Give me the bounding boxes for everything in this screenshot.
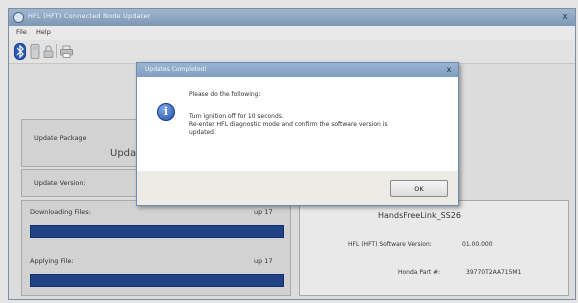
dialog-line-4: updated.	[189, 129, 216, 136]
dialog-title-bar: Updates Completed! x	[137, 63, 458, 77]
dialog-close-button[interactable]: x	[444, 65, 454, 75]
update-package-label: Update Package	[34, 134, 87, 142]
device-name: HandsFreeLink_SS26	[378, 211, 461, 220]
menu-file[interactable]: File	[16, 28, 27, 36]
dialog-title: Updates Completed!	[145, 66, 207, 73]
dialog-line-3: Re-enter HFL diagnostic mode and confirm…	[189, 121, 388, 128]
close-button[interactable]: x	[559, 11, 571, 23]
printer-icon[interactable]	[59, 42, 73, 60]
device-info-panel: HandsFreeLink_SS26 HFL (HFT) Software Ve…	[299, 200, 569, 296]
info-icon: i	[157, 103, 175, 121]
toolbar-separator	[56, 44, 57, 58]
downloading-progress-bar	[30, 225, 284, 238]
progress-panel: Downloading Files: up 17 Applying File: …	[21, 200, 291, 296]
ok-button[interactable]: OK	[390, 180, 448, 197]
menu-help[interactable]: Help	[36, 28, 51, 36]
updates-completed-dialog: Updates Completed! x i Please do the fol…	[136, 62, 459, 206]
downloading-label: Downloading Files:	[30, 208, 91, 216]
software-version-label: HFL (HFT) Software Version:	[348, 241, 432, 248]
applying-count: up 17	[254, 257, 273, 265]
bluetooth-icon[interactable]	[13, 42, 27, 60]
toolbar	[9, 40, 575, 64]
part-value: 39770T2AA715M1	[466, 269, 522, 276]
menu-bar: File Help	[9, 26, 575, 40]
applying-progress-bar	[30, 274, 284, 287]
software-version-value: 01.00.000	[462, 241, 493, 248]
lock-icon[interactable]	[42, 42, 54, 60]
applying-label: Applying File:	[30, 257, 74, 265]
app-icon	[13, 12, 24, 23]
downloading-count: up 17	[254, 208, 273, 216]
update-version-label: Update Version:	[34, 179, 86, 187]
phone-icon[interactable]	[29, 42, 41, 60]
part-label: Honda Part #:	[398, 269, 441, 276]
dialog-line-2: Turn ignition off for 10 seconds.	[189, 113, 284, 120]
title-bar: HFL (HFT) Connected Node Updater x	[9, 9, 575, 26]
dialog-body: i Please do the following: Turn ignition…	[137, 77, 458, 171]
dialog-line-1: Please do the following:	[189, 91, 261, 98]
update-heading: Upda	[110, 148, 137, 159]
window-title: HFL (HFT) Connected Node Updater	[28, 12, 151, 20]
